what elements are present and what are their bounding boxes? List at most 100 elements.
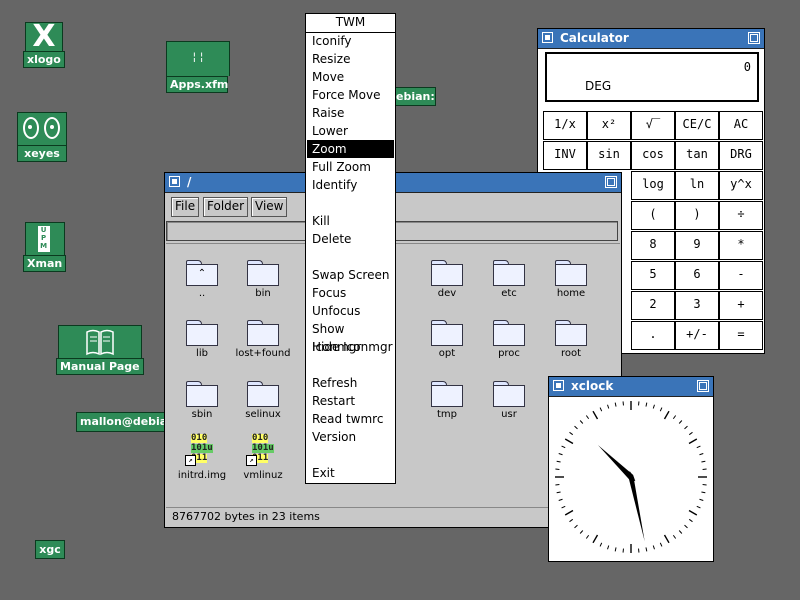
twm-menu-item[interactable]: Force Move <box>307 86 394 104</box>
calc-key-12[interactable]: ln <box>675 171 719 200</box>
iconify-icon[interactable] <box>553 380 564 391</box>
calc-key-22[interactable]: - <box>719 261 763 290</box>
manual-page-icon-box[interactable]: Manual Page <box>56 325 144 375</box>
twm-menu-item[interactable]: Lower <box>307 122 394 140</box>
calc-key-9[interactable]: tan <box>675 141 719 170</box>
twm-menu-item[interactable]: Delete <box>307 230 394 248</box>
twm-menu-item[interactable]: Focus <box>307 284 394 302</box>
twm-menu-item[interactable]: Restart <box>307 392 394 410</box>
file-item[interactable]: proc <box>478 320 540 359</box>
calc-key-13[interactable]: y^x <box>719 171 763 200</box>
clock-tick <box>672 415 677 420</box>
calc-key-18[interactable]: 9 <box>675 231 719 260</box>
xgc-icon[interactable]: xgc <box>35 540 65 559</box>
xlogo-icon-box[interactable]: X xlogo <box>23 22 65 68</box>
calc-key-19[interactable]: * <box>719 231 763 260</box>
xeyes-icon-box[interactable]: xeyes <box>17 112 67 162</box>
calc-key-28[interactable]: = <box>719 321 763 350</box>
file-item[interactable]: etc <box>478 260 540 299</box>
clock-tick <box>558 498 563 501</box>
calc-key-3[interactable]: √‾ <box>631 111 675 140</box>
file-item[interactable]: tmp <box>416 381 478 420</box>
xman-label: Xman <box>23 255 67 272</box>
manual-book-icon: UPM <box>24 222 65 255</box>
file-item[interactable]: root <box>540 320 602 359</box>
file-item[interactable]: lib <box>171 320 233 359</box>
iconify-icon[interactable] <box>169 176 180 187</box>
calc-key-4[interactable]: CE/C <box>675 111 719 140</box>
apps-xfm-icon-box[interactable]: ¦ ¦ Apps.xfm <box>166 41 230 93</box>
calc-key-23[interactable]: 2 <box>631 291 675 320</box>
resize-icon[interactable] <box>605 176 617 188</box>
twm-menu-item[interactable]: Iconify <box>307 32 394 50</box>
calc-key-15[interactable]: ) <box>675 201 719 230</box>
calc-key-10[interactable]: DRG <box>719 141 763 170</box>
xclock-titlebar[interactable]: xclock <box>549 377 713 397</box>
resize-icon[interactable] <box>697 380 709 392</box>
calc-key-8[interactable]: cos <box>631 141 675 170</box>
calc-key-27[interactable]: +/- <box>675 321 719 350</box>
calc-key-25[interactable]: + <box>719 291 763 320</box>
calc-key-5[interactable]: AC <box>719 111 763 140</box>
file-item[interactable]: 010 101u 011 ↗ vmlinuz <box>232 434 294 482</box>
twm-menu-item[interactable]: Move <box>307 68 394 86</box>
file-item[interactable]: lost+found <box>232 320 294 359</box>
clock-tick <box>556 491 561 494</box>
calc-key-16[interactable]: ÷ <box>719 201 763 230</box>
calc-key-20[interactable]: 5 <box>631 261 675 290</box>
calculator-titlebar[interactable]: Calculator <box>538 29 764 49</box>
clock-tick <box>607 404 610 409</box>
calc-key-7[interactable]: sin <box>587 141 631 170</box>
calc-key-26[interactable]: . <box>631 321 675 350</box>
calc-key-2[interactable]: x² <box>587 111 631 140</box>
calc-key-6[interactable]: INV <box>543 141 587 170</box>
file-item[interactable]: opt <box>416 320 478 359</box>
twm-menu-item[interactable]: Raise <box>307 104 394 122</box>
folder-icon <box>431 320 463 346</box>
calc-key-14[interactable]: ( <box>631 201 675 230</box>
twm-menu-item[interactable]: Show Iconmgr <box>307 320 394 354</box>
calc-key-24[interactable]: 3 <box>675 291 719 320</box>
twm-menu-separator <box>307 248 394 266</box>
file-item[interactable]: sbin <box>171 381 233 420</box>
twm-menu-item[interactable]: Full Zoom <box>307 158 394 176</box>
file-item[interactable]: bin <box>232 260 294 299</box>
file-item[interactable]: usr <box>478 381 540 420</box>
menu-view[interactable]: View <box>251 197 288 217</box>
xman-icon-box[interactable]: UPM Xman <box>23 222 67 272</box>
calc-key-17[interactable]: 8 <box>631 231 675 260</box>
clock-tick <box>556 460 561 463</box>
file-item[interactable]: dev <box>416 260 478 299</box>
twm-menu-item[interactable]: Kill <box>307 212 394 230</box>
folder-icon <box>186 381 218 407</box>
twm-menu-separator <box>307 356 394 374</box>
twm-menu-item[interactable]: Read twmrc <box>307 410 394 428</box>
calc-key-11[interactable]: log <box>631 171 675 200</box>
twm-menu-item[interactable]: Hide Iconmgr <box>307 338 394 356</box>
file-item[interactable]: selinux <box>232 381 294 420</box>
file-item[interactable]: home <box>540 260 602 299</box>
clock-tick <box>701 491 706 494</box>
menu-file[interactable]: File <box>171 197 200 217</box>
mallon-terminal-icon[interactable]: mallon@debian <box>76 412 168 432</box>
calc-key-21[interactable]: 6 <box>675 261 719 290</box>
calculator-display: 0 DEG <box>545 52 759 102</box>
twm-menu-item[interactable]: Version <box>307 428 394 446</box>
calc-key-1[interactable]: 1/x <box>543 111 587 140</box>
twm-menu-item[interactable]: Zoom <box>307 140 394 158</box>
resize-icon[interactable] <box>748 32 760 44</box>
twm-menu-item[interactable]: Identify <box>307 176 394 194</box>
twm-menu-item[interactable]: Unfocus <box>307 302 394 320</box>
file-item[interactable]: ⌃.. <box>171 260 233 299</box>
clock-tick <box>645 402 648 407</box>
twm-menu-item[interactable]: Refresh <box>307 374 394 392</box>
clock-tick <box>678 420 683 424</box>
iconify-icon[interactable] <box>542 32 553 43</box>
twm-menu-item[interactable]: Exit <box>307 464 394 482</box>
debian-terminal-icon[interactable]: ebian: ~ <box>394 87 436 106</box>
twm-menu-item[interactable]: Swap Screen <box>307 266 394 284</box>
menu-folder[interactable]: Folder <box>203 197 249 217</box>
file-item[interactable]: 010 101u 011 ↗ initrd.img <box>171 434 233 482</box>
twm-menu-item[interactable]: Resize <box>307 50 394 68</box>
clock-tick <box>659 542 663 547</box>
